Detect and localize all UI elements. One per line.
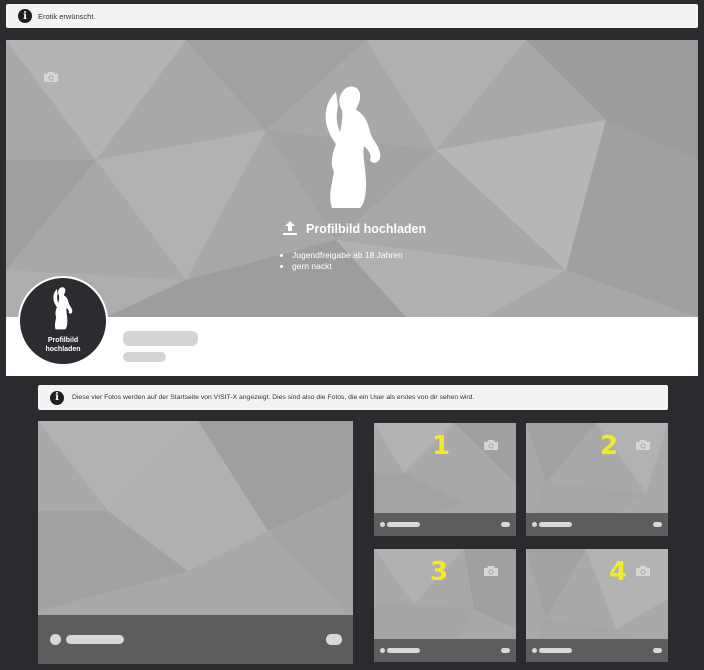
main-photo-tile[interactable]: [38, 421, 353, 664]
footer-title-placeholder: [66, 635, 124, 644]
subtitle-placeholder: [123, 352, 166, 362]
footer-dot: [380, 522, 385, 527]
avatar-label-line2: hochladen: [45, 346, 81, 353]
info-icon: i: [18, 9, 32, 23]
tile-footer: [374, 639, 516, 662]
footer-action-placeholder: [653, 522, 662, 527]
tile-footer: [526, 639, 668, 662]
tile-footer: [374, 513, 516, 536]
avatar-upload-label: Profilbild hochladen: [20, 336, 106, 354]
footer-action-placeholder: [501, 522, 510, 527]
avatar-label-line1: Profilbild: [47, 337, 79, 344]
footer-action-placeholder: [501, 648, 510, 653]
tile-footer: [38, 615, 353, 664]
camera-icon[interactable]: [635, 565, 651, 577]
slot-number: 4: [609, 557, 628, 587]
tile-footer: [526, 513, 668, 536]
footer-dot: [532, 522, 537, 527]
rule-item: Jugendfreigabe ab 18 Jahren: [292, 250, 403, 261]
photo-slot-3[interactable]: 3: [374, 549, 516, 662]
photos-notice-text: Diese vier Fotos werden auf der Startsei…: [72, 394, 475, 401]
footer-action-placeholder: [326, 634, 342, 645]
footer-title-placeholder: [387, 648, 420, 653]
slot-number: 3: [430, 557, 449, 587]
upload-profile-image-link[interactable]: Profilbild hochladen: [306, 222, 426, 236]
username-placeholder: [123, 331, 198, 346]
silhouette-icon: [325, 86, 381, 208]
footer-dot: [380, 648, 385, 653]
footer-action-placeholder: [653, 648, 662, 653]
footer-title-placeholder: [539, 522, 572, 527]
photo-slot-4[interactable]: 4: [526, 549, 668, 662]
photo-slot-1[interactable]: 1: [374, 423, 516, 536]
profile-panel: Profilbild hochladen Jugendfreigabe ab 1…: [6, 40, 698, 376]
camera-icon[interactable]: [483, 439, 499, 451]
info-icon: i: [50, 390, 64, 405]
photos-notice-bar: i Diese vier Fotos werden auf der Starts…: [38, 385, 668, 410]
cover-image-area[interactable]: Profilbild hochladen Jugendfreigabe ab 1…: [6, 40, 698, 317]
footer-dot: [532, 648, 537, 653]
slot-number: 2: [600, 431, 619, 461]
footer-dot: [50, 634, 61, 645]
avatar-upload-button[interactable]: Profilbild hochladen: [18, 276, 108, 366]
footer-title-placeholder: [387, 522, 420, 527]
upload-icon[interactable]: [282, 220, 298, 236]
rule-item: gern nackt: [292, 261, 403, 272]
upload-rules-list: Jugendfreigabe ab 18 Jahren gern nackt: [278, 250, 403, 272]
avatar-silhouette-icon: [53, 287, 73, 330]
photo-slot-2[interactable]: 2: [526, 423, 668, 536]
top-notice-bar: i Erotik erwünscht.: [6, 4, 698, 28]
camera-icon[interactable]: [635, 439, 651, 451]
camera-icon[interactable]: [483, 565, 499, 577]
camera-icon[interactable]: [43, 71, 59, 83]
top-notice-text: Erotik erwünscht.: [38, 11, 96, 21]
footer-title-placeholder: [539, 648, 572, 653]
slot-number: 1: [432, 431, 451, 461]
